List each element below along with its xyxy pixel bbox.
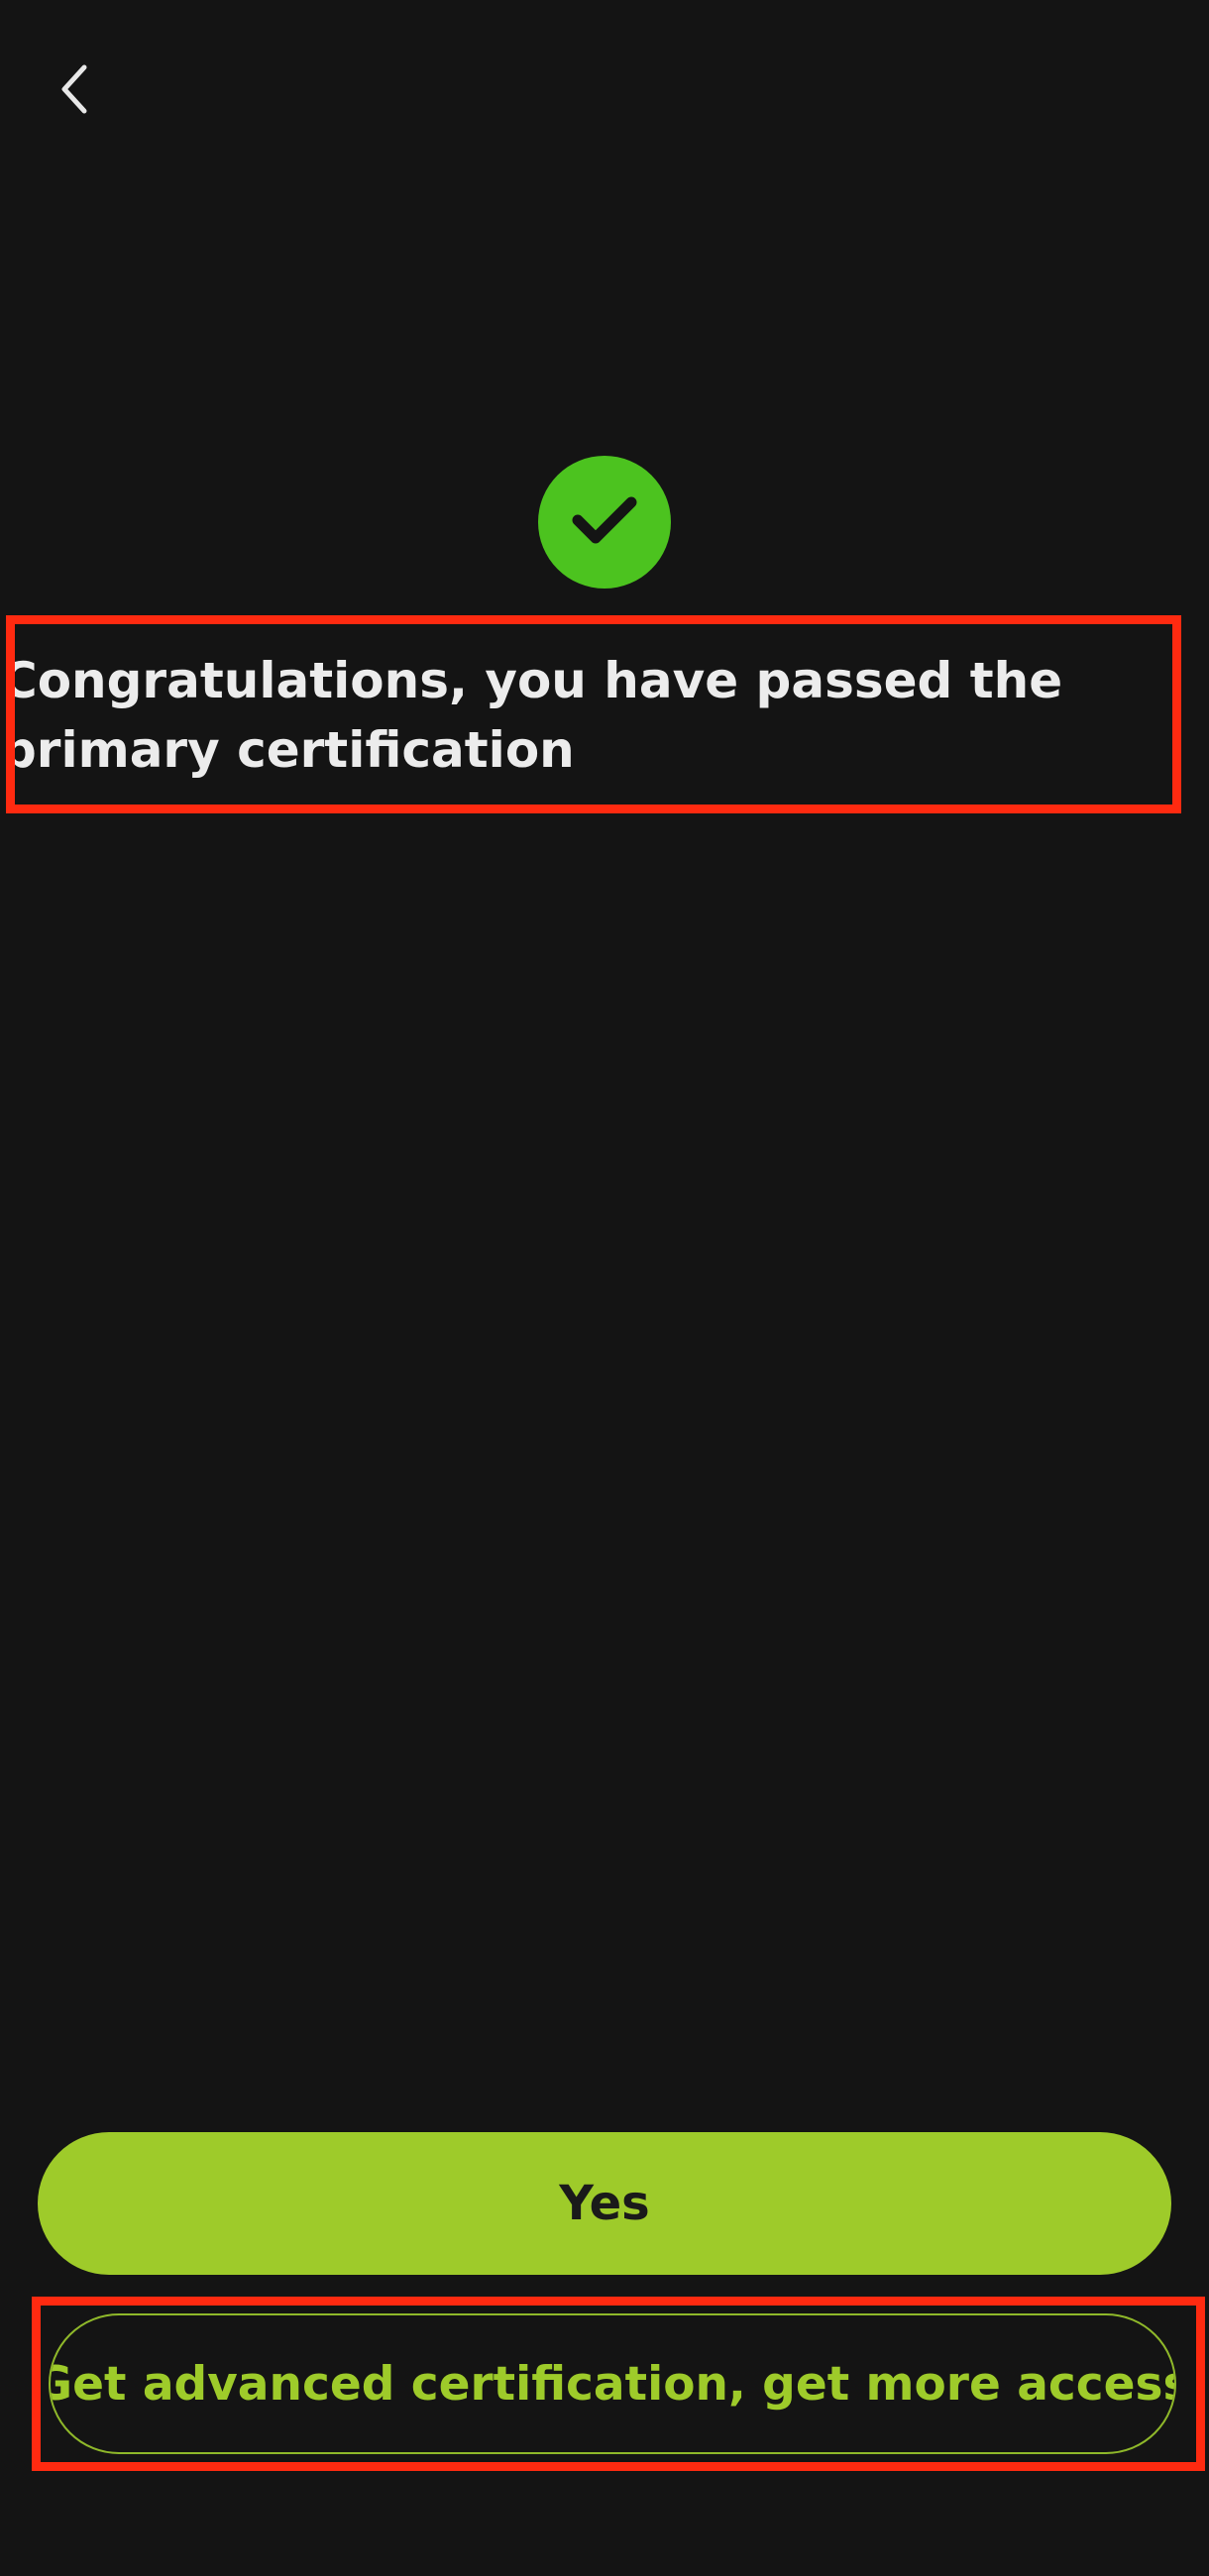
highlight-box-title: Congratulations, you have passed the pri…	[6, 615, 1181, 813]
chevron-left-icon	[56, 61, 92, 117]
success-badge	[538, 456, 671, 589]
back-button[interactable]	[40, 50, 109, 129]
certification-result-screen: Congratulations, you have passed the pri…	[0, 0, 1209, 2576]
page-title: Congratulations, you have passed the pri…	[6, 652, 1063, 779]
advanced-certification-button[interactable]: Get advanced certification, get more acc…	[49, 2313, 1176, 2454]
yes-button[interactable]: Yes	[38, 2132, 1171, 2275]
checkmark-icon	[570, 492, 639, 552]
highlight-box-advanced: Get advanced certification, get more acc…	[32, 2297, 1205, 2471]
